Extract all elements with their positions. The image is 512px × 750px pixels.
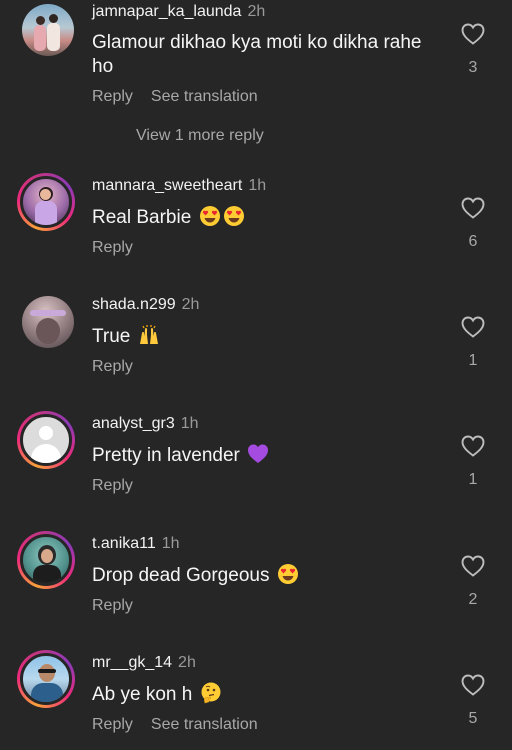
avatar[interactable] bbox=[17, 173, 75, 231]
comment-header: mr__gk_14 2h bbox=[92, 654, 196, 672]
comment-text-content: Drop dead Gorgeous bbox=[92, 565, 270, 586]
comment-text: Ab ye kon h bbox=[92, 682, 422, 707]
heart-outline-icon[interactable] bbox=[461, 316, 485, 338]
comment-text-content: Real Barbie bbox=[92, 207, 192, 228]
comment-text: Drop dead Gorgeous bbox=[92, 563, 422, 588]
comment-text: Pretty in lavender bbox=[92, 443, 422, 468]
username[interactable]: analyst_gr3 bbox=[92, 415, 175, 432]
comment-header: mannara_sweetheart 1h bbox=[92, 177, 266, 195]
like-count: 3 bbox=[468, 59, 478, 76]
timestamp: 2h bbox=[181, 296, 200, 313]
reply-button[interactable]: Reply bbox=[92, 477, 133, 494]
timestamp: 1h bbox=[180, 415, 199, 432]
comment-header: shada.n299 2h bbox=[92, 296, 199, 314]
heart-outline-icon[interactable] bbox=[461, 23, 485, 45]
avatar[interactable] bbox=[17, 411, 75, 469]
like-control: 5 bbox=[456, 674, 490, 728]
comment-actions: Reply bbox=[92, 477, 133, 495]
see-translation-button[interactable]: See translation bbox=[151, 88, 258, 105]
thinking-face-emoji bbox=[201, 682, 221, 704]
heart-eyes-emoji bbox=[199, 206, 220, 226]
like-control: 1 bbox=[456, 435, 490, 489]
comment-actions: Reply See translation bbox=[92, 88, 258, 106]
username[interactable]: mr__gk_14 bbox=[92, 654, 172, 671]
comment-header: jamnapar_ka_launda 2h bbox=[92, 3, 265, 21]
comment-actions: Reply bbox=[92, 597, 133, 615]
username[interactable]: t.anika11 bbox=[92, 535, 156, 552]
timestamp: 2h bbox=[247, 3, 266, 20]
like-count: 1 bbox=[468, 471, 478, 488]
comment-text-content: Ab ye kon h bbox=[92, 684, 193, 705]
comment-text: True bbox=[92, 324, 422, 349]
username[interactable]: mannara_sweetheart bbox=[92, 177, 242, 194]
like-control: 2 bbox=[456, 555, 490, 609]
comment-actions: Reply bbox=[92, 358, 133, 376]
comment-text-content: Pretty in lavender bbox=[92, 445, 240, 466]
reply-button[interactable]: Reply bbox=[92, 88, 133, 105]
like-control: 1 bbox=[456, 316, 490, 370]
reply-button[interactable]: Reply bbox=[92, 597, 133, 614]
purple-heart-emoji bbox=[248, 444, 269, 463]
reply-button[interactable]: Reply bbox=[92, 358, 133, 375]
heart-eyes-emoji bbox=[223, 206, 244, 226]
like-count: 5 bbox=[468, 710, 478, 727]
comment-header: t.anika11 1h bbox=[92, 535, 180, 553]
avatar[interactable] bbox=[17, 650, 75, 708]
timestamp: 1h bbox=[161, 535, 180, 552]
comment-text: Glamour dikhao kya moti ko dikha rahe ho bbox=[92, 32, 422, 77]
avatar[interactable] bbox=[17, 531, 75, 589]
comment-text-content: True bbox=[92, 326, 131, 347]
reply-button[interactable]: Reply bbox=[92, 716, 133, 733]
heart-outline-icon[interactable] bbox=[461, 197, 485, 219]
timestamp: 2h bbox=[178, 654, 196, 671]
view-more-replies-button[interactable]: View 1 more reply bbox=[136, 127, 264, 145]
comment-header: analyst_gr3 1h bbox=[92, 415, 199, 433]
timestamp: 1h bbox=[248, 177, 267, 194]
like-count: 1 bbox=[468, 352, 478, 369]
username[interactable]: shada.n299 bbox=[92, 296, 176, 313]
comment-text: Real Barbie bbox=[92, 205, 422, 230]
heart-outline-icon[interactable] bbox=[461, 674, 485, 696]
see-translation-button[interactable]: See translation bbox=[151, 716, 258, 733]
heart-eyes-emoji bbox=[277, 564, 298, 584]
reply-button[interactable]: Reply bbox=[92, 239, 133, 256]
comment-actions: Reply See translation bbox=[92, 716, 258, 734]
avatar[interactable] bbox=[22, 4, 74, 56]
like-count: 2 bbox=[468, 591, 478, 608]
heart-outline-icon[interactable] bbox=[461, 555, 485, 577]
comment-actions: Reply bbox=[92, 239, 133, 257]
avatar[interactable] bbox=[22, 296, 74, 348]
heart-outline-icon[interactable] bbox=[461, 435, 485, 457]
like-control: 3 bbox=[456, 23, 490, 77]
like-count: 6 bbox=[468, 233, 478, 250]
raising-hands-emoji bbox=[139, 325, 158, 344]
username[interactable]: jamnapar_ka_launda bbox=[92, 3, 241, 20]
like-control: 6 bbox=[456, 197, 490, 251]
